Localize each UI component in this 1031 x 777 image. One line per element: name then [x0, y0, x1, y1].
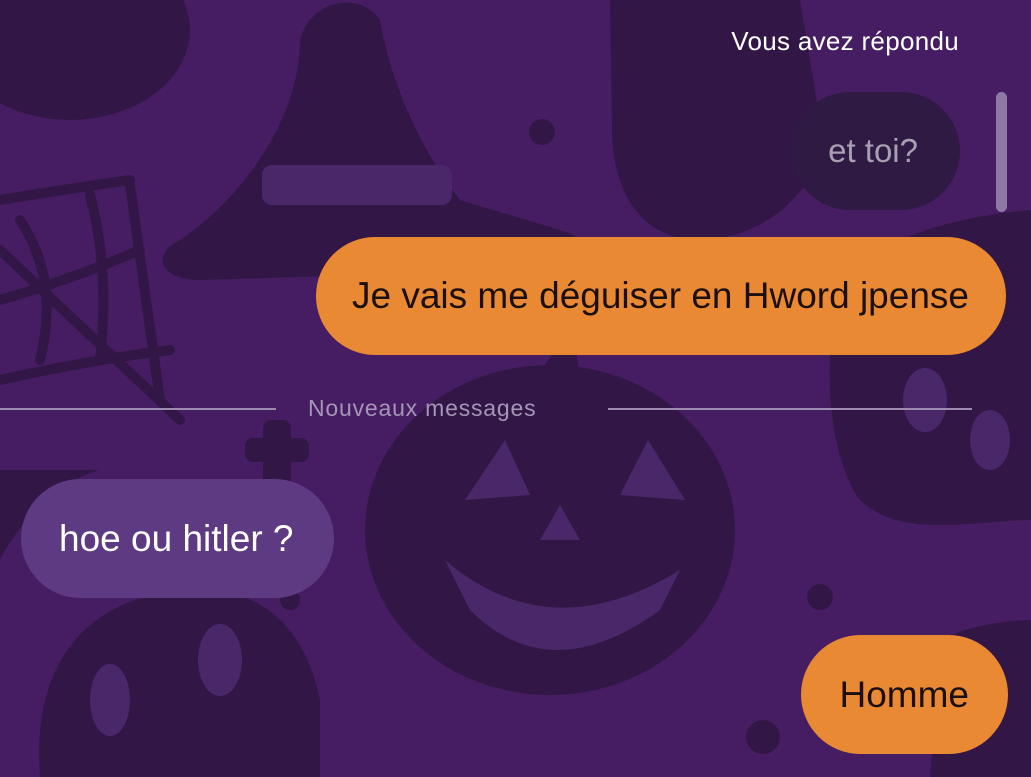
- scrollbar[interactable]: [996, 92, 1007, 212]
- new-messages-divider: Nouveaux messages: [0, 395, 972, 425]
- received-message-bubble[interactable]: hoe ou hitler ?: [21, 479, 334, 598]
- chat-thread: Vous avez répondu et toi? Je vais me dég…: [0, 0, 1031, 777]
- sent-message-bubble[interactable]: Je vais me déguiser en Hword jpense: [316, 237, 1006, 355]
- new-messages-label: Nouveaux messages: [308, 395, 537, 421]
- quoted-reply-text: et toi?: [828, 132, 918, 169]
- divider-line-left: [0, 408, 276, 410]
- divider-line-right: [608, 408, 972, 410]
- sent-message-text: Homme: [839, 673, 969, 715]
- received-message-text: hoe ou hitler ?: [59, 517, 294, 559]
- quoted-reply-bubble[interactable]: et toi?: [791, 92, 960, 210]
- sent-message-bubble[interactable]: Homme: [801, 635, 1008, 754]
- sent-message-text: Je vais me déguiser en Hword jpense: [352, 275, 969, 316]
- replied-label: Vous avez répondu: [731, 26, 959, 56]
